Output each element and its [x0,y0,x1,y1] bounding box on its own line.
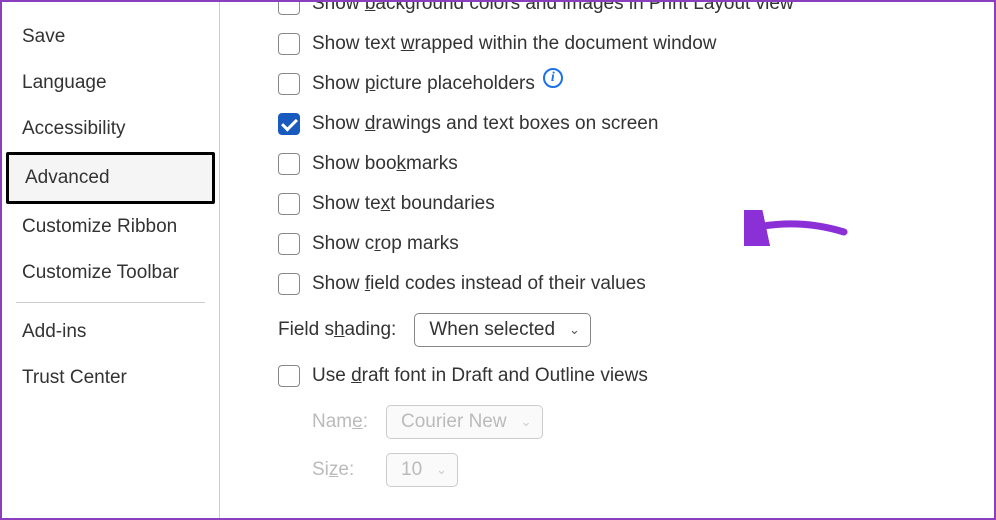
checkbox-picture[interactable] [278,73,300,95]
sidebar-item-trust-center[interactable]: Trust Center [6,355,215,401]
sidebar-item-customize-toolbar[interactable]: Customize Toolbar [6,250,215,296]
checkbox-text-boundaries[interactable] [278,193,300,215]
option-row-crop: Show crop marks [278,233,974,255]
checkbox-bookmarks[interactable] [278,153,300,175]
option-label: Show drawings and text boxes on screen [312,113,658,135]
sidebar-item-addins[interactable]: Add-ins [6,309,215,355]
option-row-field-codes: Show field codes instead of their values [278,273,974,295]
option-label: Show bookmarks [312,153,458,175]
sidebar-item-label: Advanced [25,167,110,188]
draft-name-row: Name: Courier New ⌄ [312,405,974,439]
chevron-down-icon: ⌄ [569,322,580,338]
checkbox-drawings[interactable] [278,113,300,135]
sidebar-item-customize-ribbon[interactable]: Customize Ribbon [6,204,215,250]
option-label: Show crop marks [312,233,459,255]
draft-name-select: Courier New ⌄ [386,405,543,439]
option-row-wrapped: Show text wrapped within the document wi… [278,33,974,55]
field-shading-select[interactable]: When selected ⌄ [414,313,591,347]
select-value: When selected [429,319,555,341]
checkbox-background-colors[interactable] [278,2,300,15]
draft-size-select: 10 ⌄ [386,453,458,487]
chevron-down-icon: ⌄ [521,414,532,430]
sidebar: Save Language Accessibility Advanced Cus… [2,2,220,518]
draft-name-label: Name: [312,411,386,433]
sidebar-item-label: Trust Center [22,367,127,388]
sidebar-item-label: Language [22,72,107,93]
sidebar-item-label: Customize Ribbon [22,216,177,237]
sidebar-item-label: Add-ins [22,321,86,342]
draft-size-label: Size: [312,459,386,481]
sidebar-item-label: Accessibility [22,118,125,139]
option-label: Use draft font in Draft and Outline view… [312,365,648,387]
field-shading-label: Field shading: [278,319,396,341]
option-row-bookmarks: Show bookmarks [278,153,974,175]
sidebar-item-save[interactable]: Save [6,14,215,60]
sidebar-divider [16,302,205,303]
info-icon[interactable]: i [543,68,563,88]
sidebar-item-label: Customize Toolbar [22,262,179,283]
option-row-text-boundaries: Show text boundaries [278,193,974,215]
select-value: Courier New [401,411,507,433]
sidebar-item-label: Save [22,26,65,47]
option-label: Show background colors and images in Pri… [312,2,794,15]
checkbox-wrapped[interactable] [278,33,300,55]
chevron-down-icon: ⌄ [436,462,447,478]
option-row-draft-font: Use draft font in Draft and Outline view… [278,365,974,387]
options-panel: Show background colors and images in Pri… [220,2,994,518]
checkbox-field-codes[interactable] [278,273,300,295]
option-label: Show field codes instead of their values [312,273,646,295]
select-value: 10 [401,459,422,481]
option-row-drawings: Show drawings and text boxes on screen [278,113,974,135]
checkbox-draft-font[interactable] [278,365,300,387]
sidebar-item-accessibility[interactable]: Accessibility [6,106,215,152]
option-label: Show text wrapped within the document wi… [312,33,717,55]
option-label: Show text boundaries [312,193,495,215]
option-row-picture: Show picture placeholders i [278,73,974,95]
field-shading-row: Field shading: When selected ⌄ [278,313,974,347]
option-label: Show picture placeholders [312,73,535,95]
draft-size-row: Size: 10 ⌄ [312,453,974,487]
sidebar-item-advanced[interactable]: Advanced [6,152,215,204]
sidebar-item-language[interactable]: Language [6,60,215,106]
option-row-background-colors: Show background colors and images in Pri… [278,2,974,15]
checkbox-crop[interactable] [278,233,300,255]
